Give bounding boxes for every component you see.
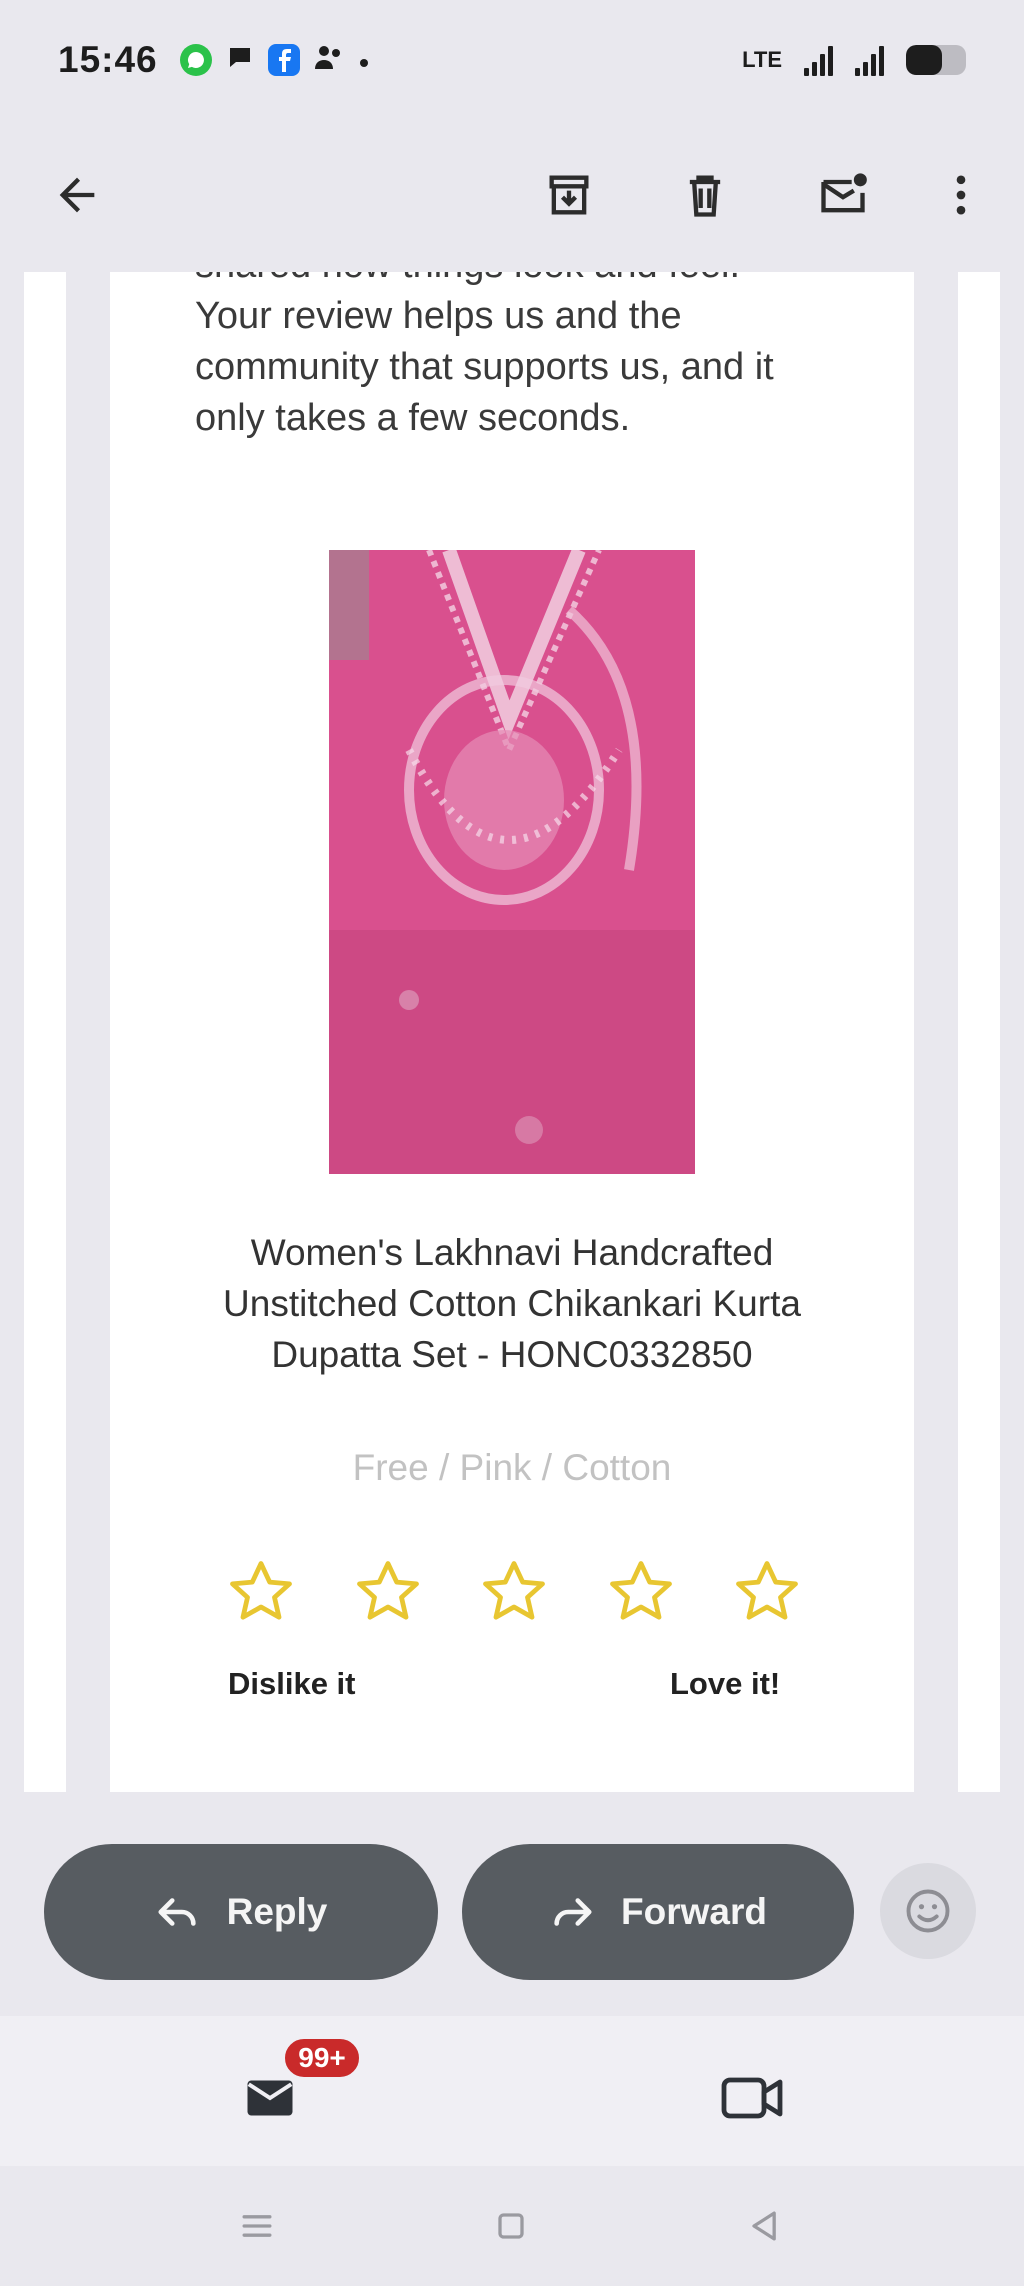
trash-icon (689, 175, 721, 217)
mark-unread-button[interactable] (798, 150, 888, 240)
chikankari-kurta-image (329, 550, 695, 1174)
back-triangle-icon (752, 2211, 776, 2241)
bottom-navigation: 99+ (0, 2016, 1024, 2166)
email-body[interactable]: shared how things look and feel. Your re… (0, 272, 1024, 1792)
product-title[interactable]: Women's Lakhnavi Handcrafted Unstitched … (190, 1227, 834, 1380)
rating-star-5[interactable] (729, 1554, 805, 1630)
people-icon (314, 43, 344, 77)
product-variant: Free / Pink / Cotton (352, 1447, 672, 1488)
star-outline-icon (610, 1561, 672, 1620)
volte-icon: LTE (742, 47, 782, 72)
whatsapp-icon (179, 44, 212, 76)
email-margin-right (958, 272, 1000, 1792)
star-outline-icon (357, 1561, 419, 1620)
reply-label: Reply (226, 1891, 328, 1932)
review-intro-text: shared how things look and feel. Your re… (195, 272, 835, 444)
system-back-button[interactable] (735, 2196, 795, 2256)
dot-icon (358, 45, 370, 75)
status-time: 15:46 (58, 39, 158, 80)
archive-icon (549, 175, 589, 215)
review-intro-body: Your review helps us and the community t… (195, 295, 774, 439)
forward-button[interactable]: Forward (462, 1844, 854, 1980)
star-outline-icon (483, 1561, 545, 1620)
notification-icons (179, 43, 370, 77)
system-menu-button[interactable] (227, 2196, 287, 2256)
archive-button[interactable] (524, 150, 614, 240)
reply-button[interactable]: Reply (44, 1844, 438, 1980)
reply-actions: Reply Forward (0, 1800, 1024, 2010)
star-outline-icon (230, 1561, 292, 1620)
system-status-icons: LTE (742, 44, 966, 76)
more-vert-icon (956, 175, 966, 215)
star-rating (110, 1554, 914, 1634)
star-outline-icon (736, 1561, 798, 1620)
reply-icon (158, 1898, 196, 1926)
nav-meet-tab[interactable] (712, 2068, 792, 2128)
email-screen: 15:46 LTE Your review helps us and the c… (0, 0, 1024, 2286)
system-home-button[interactable] (481, 2196, 541, 2256)
add-reaction-icon (906, 1889, 950, 1933)
arrow-left-icon (59, 177, 95, 213)
facebook-icon (267, 44, 300, 76)
review-request-card: shared how things look and feel. Your re… (110, 272, 914, 1792)
rating-star-4[interactable] (603, 1554, 679, 1630)
rating-star-3[interactable] (476, 1554, 552, 1630)
rating-low-label: Dislike it (228, 1666, 356, 1701)
mark-unread-icon (821, 173, 867, 213)
menu-icon (242, 2215, 272, 2237)
email-margin-left (24, 272, 66, 1792)
rating-star-1[interactable] (223, 1554, 299, 1630)
chat-bubble-icon (226, 43, 254, 77)
status-bar: 15:46 LTE (0, 0, 1024, 120)
add-reaction-button[interactable] (880, 1863, 976, 1959)
back-button[interactable] (32, 150, 122, 240)
delete-button[interactable] (660, 150, 750, 240)
rating-high-label: Love it! (670, 1666, 781, 1701)
battery-icon (906, 45, 966, 75)
forward-label: Forward (621, 1891, 767, 1932)
review-intro-partial-line: shared how things look and feel. (195, 272, 835, 291)
system-navigation-bar (0, 2166, 1024, 2286)
rating-star-2[interactable] (350, 1554, 426, 1630)
forward-icon (554, 1898, 592, 1926)
signal-icon (804, 44, 833, 76)
signal-icon (855, 44, 884, 76)
more-options-button[interactable] (916, 150, 1006, 240)
video-camera-icon (721, 2077, 783, 2119)
email-toolbar (0, 120, 1024, 270)
home-square-icon (498, 2213, 524, 2239)
mail-icon (247, 2080, 293, 2116)
unread-count-badge: 99+ (282, 2036, 362, 2080)
product-image[interactable] (329, 550, 695, 1174)
